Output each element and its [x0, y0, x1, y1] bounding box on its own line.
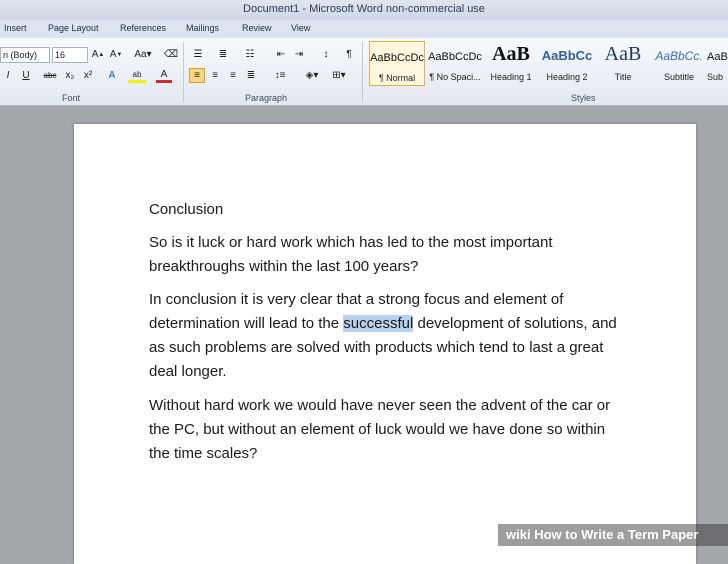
align-center-icon[interactable]: ≡ [207, 68, 223, 83]
style-preview: AaB [492, 43, 530, 65]
style-subtle[interactable]: AaBbCcDc Sub [707, 41, 728, 86]
style-name: Title [614, 72, 632, 82]
heading-conclusion: Conclusion [149, 201, 224, 218]
grow-font-icon[interactable]: A ▲ [90, 47, 106, 62]
justify-icon[interactable]: ≣ [243, 68, 259, 83]
style-heading-1[interactable]: AaB Heading 1 [483, 41, 539, 86]
style-name: Subtitle [663, 72, 695, 82]
style-preview: AaBbCcDc [707, 51, 728, 63]
style-no-spacing[interactable]: AaBbCcDc ¶ No Spaci... [427, 41, 483, 86]
numbering-icon[interactable]: ≣ [215, 47, 231, 62]
ribbon: ri (Body) 16 A ▲ A ▼ Aa▾ ⌫ I U abc x₂ x² A… [0, 38, 728, 106]
paragraph-group-label: Paragraph [245, 93, 288, 103]
decrease-indent-icon[interactable]: ⇤ [273, 47, 289, 62]
increase-indent-icon[interactable]: ⇥ [291, 47, 307, 62]
font-group-label: Font [62, 93, 81, 103]
tab-references[interactable]: References [120, 23, 166, 33]
clear-formatting-icon[interactable]: ⌫ [163, 47, 179, 62]
line-spacing-icon[interactable]: ↕≡ [270, 68, 290, 83]
change-case-icon[interactable]: Aa▾ [132, 47, 154, 62]
style-preview: AaB [604, 43, 642, 65]
style-subtitle[interactable]: AaBbCc. Subtitle [651, 41, 707, 86]
font-color-icon[interactable]: A [156, 68, 172, 83]
selected-text[interactable]: successful [343, 315, 414, 332]
superscript-icon[interactable]: x² [80, 68, 96, 83]
paragraph-3: Without hard work we would have never se… [149, 397, 611, 462]
style-preview: AaBbCcDc [428, 51, 482, 63]
borders-icon[interactable]: ⊞▾ [329, 68, 349, 83]
style-title[interactable]: AaB Title [595, 41, 651, 86]
group-divider [362, 42, 363, 102]
tab-review[interactable]: Review [242, 23, 272, 33]
title-bar: Document1 - Microsoft Word non-commercia… [0, 0, 728, 20]
paragraph-1: So is it luck or hard work which has led… [149, 234, 553, 275]
shading-icon[interactable]: ◈▾ [302, 68, 322, 83]
strikethrough-icon[interactable]: abc [42, 68, 58, 83]
style-normal[interactable]: AaBbCcDc ¶ Normal [369, 41, 425, 86]
tab-insert[interactable]: Insert [4, 23, 27, 33]
style-name: Sub [707, 72, 724, 82]
style-preview: AaBbCc [541, 48, 593, 63]
align-left-icon[interactable]: ≡ [189, 68, 205, 83]
underline-icon[interactable]: U [18, 68, 34, 83]
ribbon-tabs: Insert Page Layout References Mailings R… [0, 20, 728, 38]
group-divider [183, 42, 184, 102]
tab-mailings[interactable]: Mailings [186, 23, 219, 33]
font-name-input[interactable]: ri (Body) [0, 47, 50, 63]
style-name: ¶ No Spaci... [429, 72, 481, 82]
subscript-icon[interactable]: x₂ [62, 68, 78, 83]
bullets-icon[interactable]: ☰ [190, 47, 206, 62]
watermark-brand: wiki [506, 527, 531, 542]
multilevel-list-icon[interactable]: ☷ [242, 47, 258, 62]
style-preview: AaBbCcDc [370, 52, 424, 64]
styles-group-label: Styles [571, 93, 596, 103]
sort-icon[interactable]: ↕ [318, 47, 334, 62]
tab-view[interactable]: View [291, 23, 310, 33]
font-size-input[interactable]: 16 [52, 47, 88, 63]
text-effects-icon[interactable]: A [104, 68, 120, 83]
document-page[interactable]: Conclusion So is it luck or hard work wh… [74, 124, 696, 564]
tab-page-layout[interactable]: Page Layout [48, 23, 99, 33]
style-name: Heading 1 [490, 72, 532, 82]
watermark: wiki How to Write a Term Paper [498, 524, 728, 546]
window-title: Document1 - Microsoft Word non-commercia… [243, 3, 485, 15]
align-right-icon[interactable]: ≡ [225, 68, 241, 83]
style-heading-2[interactable]: AaBbCc Heading 2 [539, 41, 595, 86]
watermark-text: How to Write a Term Paper [534, 527, 699, 542]
paragraph-2: In conclusion it is very clear that a st… [149, 288, 619, 384]
style-preview: AaBbCc. [655, 49, 703, 63]
style-name: Heading 2 [546, 72, 588, 82]
italic-icon[interactable]: I [0, 68, 16, 83]
styles-gallery: AaBbCcDc ¶ Normal AaBbCcDc ¶ No Spaci...… [367, 41, 728, 89]
style-name: ¶ Normal [378, 73, 416, 83]
shrink-font-icon[interactable]: A ▼ [108, 47, 124, 62]
pilcrow-icon[interactable]: ¶ [341, 47, 357, 62]
highlight-icon[interactable]: ab [128, 68, 146, 83]
